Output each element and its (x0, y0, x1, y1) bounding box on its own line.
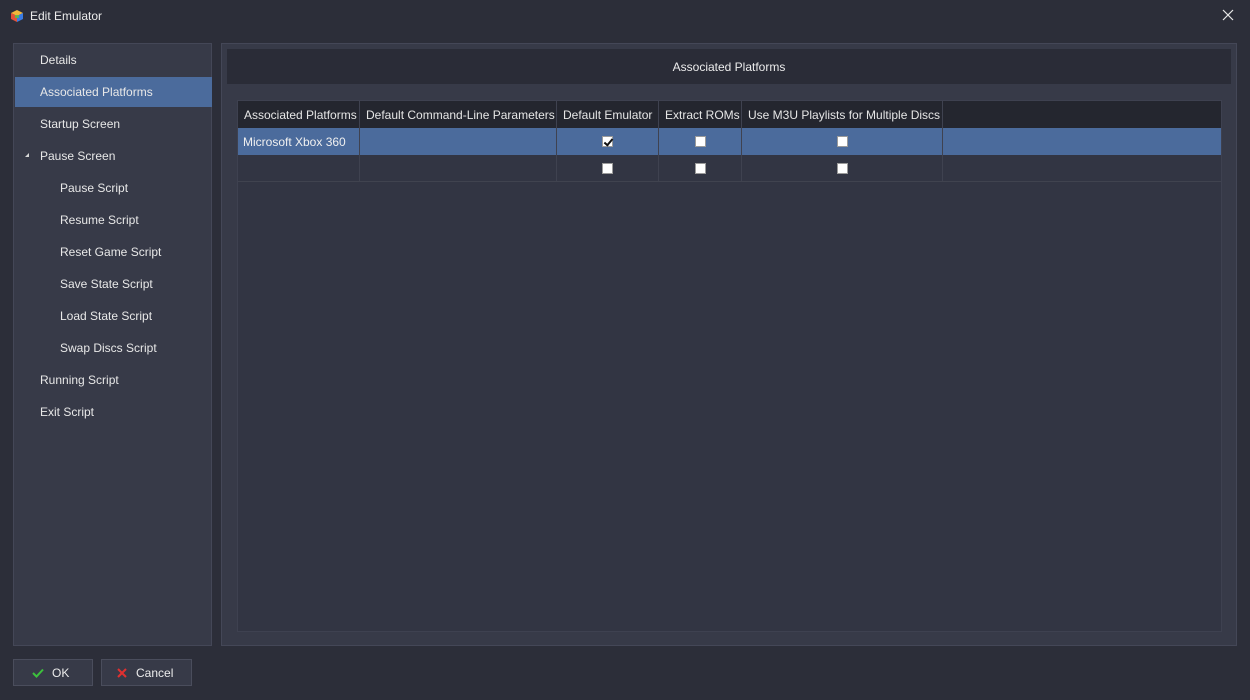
column-header-associated-platforms[interactable]: Associated Platforms (238, 101, 360, 128)
cancel-button[interactable]: Cancel (101, 659, 192, 686)
sidebar-item-label: Associated Platforms (40, 85, 153, 99)
window-title: Edit Emulator (30, 9, 103, 23)
sidebar-item-save-state-script[interactable]: Save State Script (15, 269, 212, 299)
default-emulator-cell (557, 128, 659, 155)
app-cube-icon (10, 9, 24, 23)
sidebar-item-label: Pause Script (60, 181, 129, 195)
sidebar-item-label: Load State Script (60, 309, 153, 323)
platform-cell[interactable]: Microsoft Xbox 360 (238, 128, 360, 155)
title-bar: Edit Emulator (0, 0, 1250, 32)
params-cell[interactable] (360, 128, 557, 155)
default-emulator-cell (557, 155, 659, 181)
platforms-grid: Associated Platforms Default Command-Lin… (237, 100, 1222, 632)
extract-roms-checkbox[interactable] (694, 162, 706, 174)
extract-roms-cell (659, 155, 742, 181)
panel-header: Associated Platforms (227, 49, 1231, 84)
sidebar-item-exit-script[interactable]: Exit Script (15, 397, 212, 427)
column-header-extract-roms[interactable]: Extract ROMs (659, 101, 742, 128)
cancel-label: Cancel (136, 665, 174, 680)
expand-arrow-icon[interactable] (25, 153, 29, 157)
panel-title: Associated Platforms (672, 59, 786, 74)
table-row[interactable] (238, 155, 1221, 182)
default-emulator-checkbox[interactable] (602, 136, 613, 147)
x-icon (116, 667, 128, 679)
grid-header: Associated Platforms Default Command-Lin… (238, 101, 1221, 128)
sidebar-item-label: Pause Screen (40, 149, 116, 163)
sidebar-item-pause-script[interactable]: Pause Script (15, 173, 212, 203)
sidebar-item-details[interactable]: Details (15, 45, 212, 75)
table-row[interactable]: Microsoft Xbox 360 (238, 128, 1221, 155)
sidebar-item-label: Save State Script (60, 277, 153, 291)
column-header-use-m3u[interactable]: Use M3U Playlists for Multiple Discs (742, 101, 943, 128)
sidebar-item-pause-screen[interactable]: Pause Screen (15, 141, 212, 171)
use-m3u-checkbox[interactable] (836, 162, 848, 174)
sidebar-item-label: Resume Script (60, 213, 139, 227)
use-m3u-cell (742, 155, 943, 181)
extract-roms-cell (659, 128, 742, 155)
close-button[interactable] (1216, 6, 1240, 26)
use-m3u-cell (742, 128, 943, 155)
extract-roms-checkbox[interactable] (694, 136, 706, 147)
sidebar-item-associated-platforms[interactable]: Associated Platforms (15, 77, 212, 107)
params-cell[interactable] (360, 155, 557, 181)
checkmark-icon (32, 667, 44, 679)
edit-emulator-window: Edit Emulator Details Associated Platfor… (0, 0, 1250, 700)
main-panel: Associated Platforms Associated Platform… (221, 43, 1237, 646)
sidebar-item-swap-discs-script[interactable]: Swap Discs Script (15, 333, 212, 363)
sidebar-item-label: Exit Script (40, 405, 95, 419)
column-header-filler (943, 101, 1221, 128)
platform-cell[interactable] (238, 155, 360, 181)
ok-label: OK (52, 665, 70, 680)
close-icon (1222, 9, 1234, 24)
sidebar-item-label: Swap Discs Script (60, 341, 157, 355)
sidebar-item-running-script[interactable]: Running Script (15, 365, 212, 395)
sidebar-item-label: Startup Screen (40, 117, 121, 131)
sidebar-nav: Details Associated Platforms Startup Scr… (13, 43, 212, 646)
default-emulator-checkbox[interactable] (602, 162, 613, 174)
ok-button[interactable]: OK (13, 659, 93, 686)
sidebar-item-label: Details (40, 53, 77, 67)
sidebar-item-startup-screen[interactable]: Startup Screen (15, 109, 212, 139)
filler-cell (943, 155, 1221, 181)
filler-cell (943, 128, 1221, 155)
sidebar-item-label: Reset Game Script (60, 245, 162, 259)
column-header-default-emulator[interactable]: Default Emulator (557, 101, 659, 128)
sidebar-item-load-state-script[interactable]: Load State Script (15, 301, 212, 331)
use-m3u-checkbox[interactable] (836, 136, 848, 147)
column-header-command-line-params[interactable]: Default Command-Line Parameters (360, 101, 557, 128)
sidebar-item-resume-script[interactable]: Resume Script (15, 205, 212, 235)
sidebar-item-reset-game-script[interactable]: Reset Game Script (15, 237, 212, 267)
sidebar-item-label: Running Script (40, 373, 119, 387)
